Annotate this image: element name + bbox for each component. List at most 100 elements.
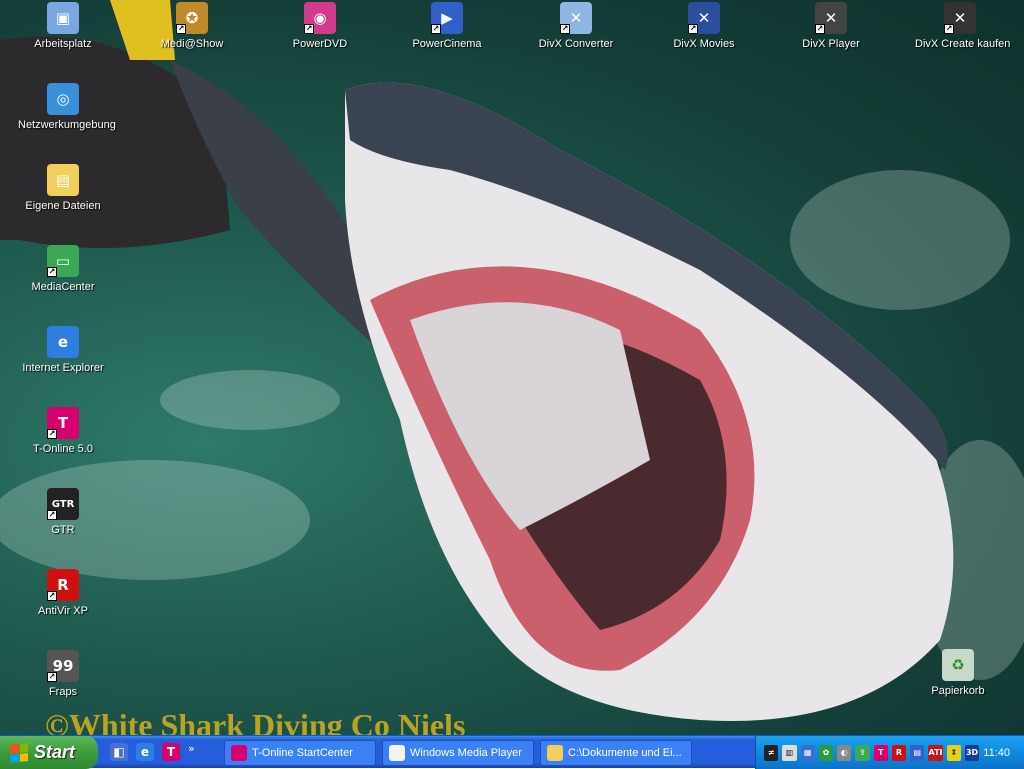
folder-icon bbox=[547, 745, 563, 761]
gtr-game-icon: GTR ↗ bbox=[47, 488, 79, 520]
taskbar-button[interactable]: Windows Media Player bbox=[382, 740, 534, 766]
shortcut-arrow-icon: ↗ bbox=[560, 24, 570, 34]
tray-media-icon[interactable]: ▤ bbox=[910, 744, 925, 761]
quick-launch-t-online-icon[interactable]: T bbox=[162, 743, 180, 761]
tray-messenger-icon[interactable]: ✿ bbox=[818, 744, 834, 761]
desktop-icon-fraps[interactable]: 99 ↗ Fraps bbox=[18, 650, 108, 698]
powercinema-icon: ▶ ↗ bbox=[431, 2, 463, 34]
desktop-icon-t-online-5-0[interactable]: T ↗ T-Online 5.0 bbox=[18, 407, 108, 455]
antivir-icon: R ↗ bbox=[47, 569, 79, 601]
desktop-icon-gtr[interactable]: GTR ↗ GTR bbox=[18, 488, 108, 536]
mediashow-icon: ✪ ↗ bbox=[176, 2, 208, 34]
divx-movies-icon: ✕ ↗ bbox=[688, 2, 720, 34]
media-player-icon bbox=[389, 745, 405, 761]
quick-launch-internet-explorer-icon[interactable]: e bbox=[136, 743, 154, 761]
icon-glyph: ✕ bbox=[569, 9, 583, 27]
desktop[interactable]: ♻ Papierkorb ©White Shark Diving Co Niel… bbox=[0, 0, 1024, 735]
quick-launch-bar: ◧ e T » bbox=[110, 742, 195, 761]
icon-label: GTR bbox=[51, 524, 75, 536]
internet-explorer-icon: e bbox=[47, 326, 79, 358]
desktop-icon-powercinema[interactable]: ▶ ↗ PowerCinema bbox=[402, 2, 492, 50]
icon-label: DivX Create kaufen bbox=[915, 38, 1011, 50]
taskbar-button[interactable]: T-Online StartCenter bbox=[224, 740, 376, 766]
icon-glyph: e bbox=[57, 333, 69, 351]
tray-network-icon[interactable]: ▦ bbox=[800, 744, 815, 761]
clock[interactable]: 11:40 bbox=[983, 747, 1010, 759]
desktop-icon-eigene-dateien[interactable]: ▤ Eigene Dateien bbox=[18, 164, 108, 212]
desktop-icon-arbeitsplatz[interactable]: ▣ Arbeitsplatz bbox=[18, 2, 108, 50]
shortcut-arrow-icon: ↗ bbox=[431, 24, 441, 34]
shortcut-arrow-icon: ↗ bbox=[944, 24, 954, 34]
taskbar-button[interactable]: C:\Dokumente und Ei... bbox=[540, 740, 692, 766]
icon-glyph: ✕ bbox=[953, 9, 967, 27]
icon-label: Papierkorb bbox=[931, 685, 985, 697]
tray-antivir-icon[interactable]: R bbox=[891, 744, 907, 761]
shortcut-arrow-icon: ↗ bbox=[815, 24, 825, 34]
fraps-icon: 99 ↗ bbox=[47, 650, 79, 682]
divx-create-icon: ✕ ↗ bbox=[944, 2, 976, 34]
desktop-icon-papierkorb[interactable]: ♻ Papierkorb bbox=[913, 649, 1003, 697]
shortcut-arrow-icon: ↗ bbox=[47, 267, 57, 277]
desktop-icon-internet-explorer[interactable]: e Internet Explorer bbox=[18, 326, 108, 374]
powerdvd-icon: ◉ ↗ bbox=[304, 2, 336, 34]
tray-volume-icon[interactable]: ◐ bbox=[837, 744, 852, 761]
icon-label: AntiVir XP bbox=[38, 605, 88, 617]
shortcut-arrow-icon: ↗ bbox=[688, 24, 698, 34]
divx-converter-icon: ✕ ↗ bbox=[560, 2, 592, 34]
tray-runner-icon[interactable]: ≠ bbox=[764, 744, 779, 761]
desktop-icon-divx-movies[interactable]: ✕ ↗ DivX Movies bbox=[659, 2, 749, 50]
desktop-icon-divx-converter[interactable]: ✕ ↗ DivX Converter bbox=[531, 2, 621, 50]
icon-label: Arbeitsplatz bbox=[34, 38, 92, 50]
taskbar-button-label: Windows Media Player bbox=[410, 747, 522, 759]
icon-glyph: ▤ bbox=[55, 171, 71, 189]
shark-wallpaper bbox=[0, 0, 1024, 721]
tray-printer-icon[interactable]: ▥ bbox=[782, 744, 797, 761]
desktop-icon-divx-create-kaufen[interactable]: ✕ ↗ DivX Create kaufen bbox=[915, 2, 1011, 50]
icon-glyph: ◎ bbox=[56, 90, 70, 108]
tray-ati-icon[interactable]: ATI bbox=[928, 744, 943, 761]
icon-glyph: ▭ bbox=[55, 252, 71, 270]
icon-label: DivX Player bbox=[802, 38, 860, 50]
t-online-icon: T ↗ bbox=[47, 407, 79, 439]
recycle-bin-icon: ♻ bbox=[942, 649, 974, 681]
network-places-icon: ◎ bbox=[47, 83, 79, 115]
taskbar-button-label: T-Online StartCenter bbox=[252, 747, 353, 759]
desktop-icon-mediacenter[interactable]: ▭ ↗ MediaCenter bbox=[18, 245, 108, 293]
tray-usb-icon[interactable]: ⇪ bbox=[855, 744, 870, 761]
icon-label: T-Online 5.0 bbox=[33, 443, 93, 455]
icon-label: DivX Converter bbox=[538, 38, 614, 50]
icon-glyph: ✕ bbox=[824, 9, 838, 27]
icon-glyph: ◉ bbox=[313, 9, 327, 27]
icon-label: PowerCinema bbox=[412, 38, 482, 50]
icon-glyph: ✪ bbox=[185, 9, 199, 27]
icon-label: Netzwerkumgebung bbox=[18, 119, 116, 131]
start-button[interactable]: Start bbox=[0, 736, 98, 769]
my-computer-icon: ▣ bbox=[47, 2, 79, 34]
quick-launch-show-desktop-icon[interactable]: ◧ bbox=[110, 743, 128, 761]
shortcut-arrow-icon: ↗ bbox=[47, 591, 57, 601]
icon-glyph: ✕ bbox=[697, 9, 711, 27]
desktop-icon-powerdvd[interactable]: ◉ ↗ PowerDVD bbox=[275, 2, 365, 50]
icon-glyph: R bbox=[57, 576, 69, 594]
icon-glyph: ▣ bbox=[55, 9, 71, 27]
shortcut-arrow-icon: ↗ bbox=[176, 24, 186, 34]
desktop-icon-medi-show[interactable]: ✪ ↗ Medi@Show bbox=[147, 2, 237, 50]
taskbar: Start ◧ e T» ≠ ▥ ▦ ✿ ◐ ⇪ T R ▤ ATI ⇕ 3D 11:40 T-Online… bbox=[0, 735, 1024, 769]
desktop-icon-divx-player[interactable]: ✕ ↗ DivX Player bbox=[786, 2, 876, 50]
media-center-icon: ▭ ↗ bbox=[47, 245, 79, 277]
icon-label: Medi@Show bbox=[160, 38, 224, 50]
icon-label: Eigene Dateien bbox=[25, 200, 101, 212]
quick-launch-more-button[interactable]: » bbox=[188, 742, 195, 755]
t-online-icon bbox=[231, 745, 247, 761]
tray-update-icon[interactable]: ⇕ bbox=[946, 744, 961, 761]
tray-t-online-icon[interactable]: T bbox=[873, 744, 888, 761]
divx-player-icon: ✕ ↗ bbox=[815, 2, 847, 34]
wallpaper-watermark: ©White Shark Diving Co Niels bbox=[45, 707, 466, 735]
start-label: Start bbox=[34, 742, 76, 762]
icon-label: MediaCenter bbox=[31, 281, 95, 293]
tray-xpert-3d-icon[interactable]: 3D bbox=[964, 744, 980, 761]
desktop-icon-antivir-xp[interactable]: R ↗ AntiVir XP bbox=[18, 569, 108, 617]
icon-glyph: GTR bbox=[51, 498, 75, 510]
desktop-icon-netzwerkumgebung[interactable]: ◎ Netzwerkumgebung bbox=[18, 83, 116, 131]
icon-label: PowerDVD bbox=[292, 38, 348, 50]
